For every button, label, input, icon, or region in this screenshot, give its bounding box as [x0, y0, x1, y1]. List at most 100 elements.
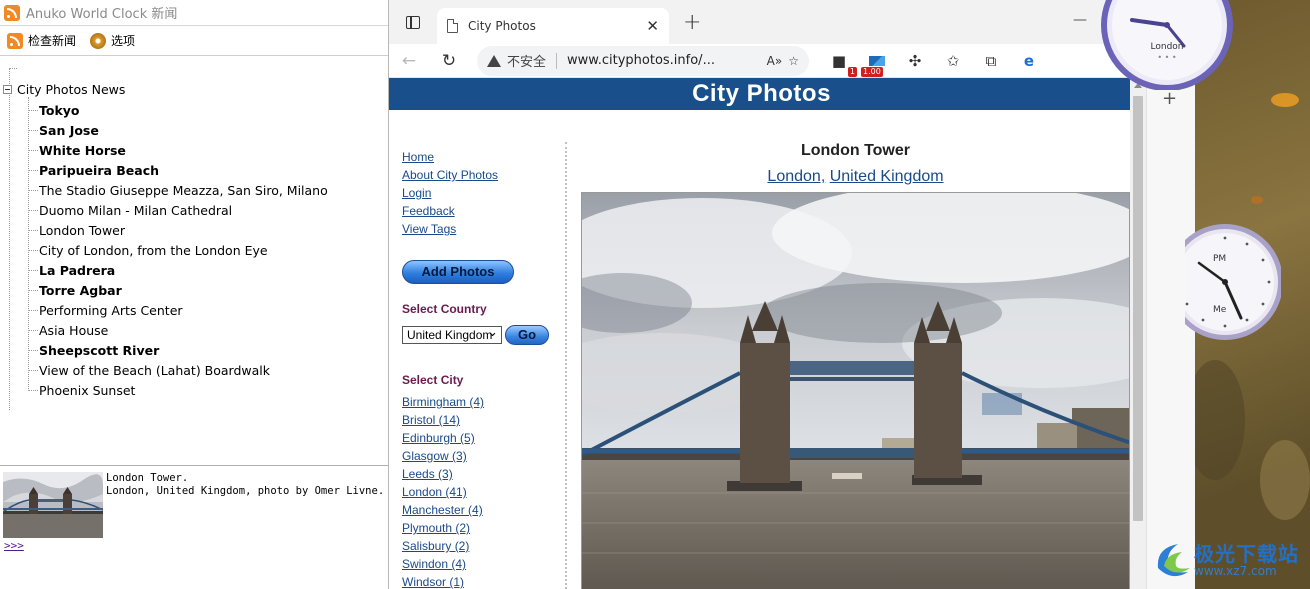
select-country-heading: Select Country: [402, 302, 487, 316]
city-link[interactable]: Glasgow (3): [402, 447, 567, 465]
flag-icon: [869, 55, 885, 66]
tree-root-node[interactable]: City Photos News: [3, 82, 125, 97]
country-select[interactable]: United Kingdom: [402, 326, 502, 344]
options-button[interactable]: 选项: [85, 30, 140, 51]
nav-link[interactable]: Home: [402, 148, 567, 166]
address-bar[interactable]: 不安全 www.cityphotos.info/... A» ☆: [477, 45, 809, 76]
collapse-icon[interactable]: [3, 85, 12, 94]
sidebar-add-icon[interactable]: +: [1162, 88, 1177, 109]
tree-item[interactable]: View of the Beach (Lahat) Boardwalk: [28, 360, 328, 380]
tab-city-photos[interactable]: City Photos ✕: [437, 8, 669, 44]
go-button[interactable]: Go: [505, 325, 549, 345]
tree-item[interactable]: Torre Agbar: [28, 280, 328, 300]
check-news-button[interactable]: 检查新闻: [2, 30, 81, 51]
tree-item-list: Tokyo San Jose White Horse Paripueira Beach…: [28, 100, 328, 400]
tab-bar: City Photos ✕ + —: [389, 0, 1195, 44]
city-link[interactable]: London (41): [402, 483, 567, 501]
extension-app-icon: ■: [831, 51, 847, 70]
add-favorite-icon[interactable]: ☆: [788, 54, 799, 68]
ie-icon: e: [1023, 51, 1035, 70]
puzzle-icon: ✣: [908, 51, 922, 70]
city-link[interactable]: Manchester (4): [402, 501, 567, 519]
city-link[interactable]: Edinburgh (5): [402, 429, 567, 447]
rss-icon: [7, 32, 23, 49]
site-header: City Photos: [389, 78, 1134, 110]
navigation-bar: ← ↻ 不安全 www.cityphotos.info/... A» ☆ ■ 1…: [389, 44, 1195, 78]
watermark-title: 极光下载站: [1194, 542, 1299, 566]
extensions-area: ■ 1 1.00 ✣ ✩ ⧉ e: [827, 49, 1041, 77]
page-icon: [447, 19, 458, 33]
scroll-thumb[interactable]: [1133, 96, 1143, 521]
nav-link[interactable]: About City Photos: [402, 166, 567, 184]
insecure-label[interactable]: 不安全: [507, 51, 546, 70]
tree-item[interactable]: Phoenix Sunset: [28, 380, 328, 400]
arrow-left-icon: ←: [401, 50, 417, 71]
tree-item[interactable]: La Padrera: [28, 260, 328, 280]
minimize-button[interactable]: —: [1073, 12, 1087, 28]
title-bar: Anuko World Clock 新闻: [0, 0, 388, 26]
tree-connector: [9, 68, 10, 410]
browser-window: City Photos ✕ + — ← ↻ 不安全 www.cityphotos…: [389, 0, 1195, 589]
tab-actions-button[interactable]: [389, 0, 437, 44]
main-photo[interactable]: [581, 192, 1130, 589]
second-clock-gadget[interactable]: PM Me: [1167, 213, 1283, 351]
refresh-button[interactable]: ↻: [429, 44, 469, 78]
tree-item[interactable]: San Jose: [28, 120, 328, 140]
photo-title: London Tower: [800, 142, 910, 159]
site-navigation: Home About City Photos Login Feedback View T…: [402, 148, 567, 589]
preview-caption: London, United Kingdom, photo by Omer Li…: [106, 485, 385, 497]
photo-location: London, United Kingdom: [581, 168, 1130, 186]
extensions-button[interactable]: ✣: [903, 49, 927, 73]
url-text[interactable]: www.cityphotos.info/...: [567, 53, 761, 68]
tree-item[interactable]: Performing Arts Center: [28, 300, 328, 320]
city-link[interactable]: Plymouth (2): [402, 519, 567, 537]
preview-pane: London Tower. London, United Kingdom, ph…: [0, 465, 388, 589]
nav-link[interactable]: Login: [402, 184, 567, 202]
new-tab-button[interactable]: +: [683, 10, 701, 35]
tree-item[interactable]: Sheepscott River: [28, 340, 328, 360]
city-link[interactable]: Salisbury (2): [402, 537, 567, 555]
clock-pm-label: PM: [1213, 254, 1226, 264]
vertical-scrollbar[interactable]: [1130, 78, 1146, 589]
favorites-button[interactable]: ✩: [941, 49, 965, 73]
tree-item[interactable]: London Tower: [28, 220, 328, 240]
ie-mode-button[interactable]: e: [1017, 49, 1041, 73]
watermark-swirl-icon: [1157, 544, 1190, 577]
collections-button[interactable]: ⧉: [979, 49, 1003, 73]
nav-link-list: Home About City Photos Login Feedback View T…: [402, 148, 567, 238]
nav-link[interactable]: View Tags: [402, 220, 567, 238]
back-button[interactable]: ←: [389, 44, 429, 78]
tree-item[interactable]: City of London, from the London Eye: [28, 240, 328, 260]
check-news-label: 检查新闻: [28, 34, 77, 48]
country-link[interactable]: United Kingdom: [830, 168, 944, 185]
city-link[interactable]: Swindon (4): [402, 555, 567, 573]
tree-item[interactable]: Asia House: [28, 320, 328, 340]
add-photos-button[interactable]: Add Photos: [402, 260, 514, 284]
city-link[interactable]: Bristol (14): [402, 411, 567, 429]
city-link[interactable]: Leeds (3): [402, 465, 567, 483]
news-reader-window: Anuko World Clock 新闻 检查新闻 选项 City Photos…: [0, 0, 389, 589]
london-clock-gadget[interactable]: London • • •: [1098, 0, 1236, 91]
tree-item[interactable]: Tokyo: [28, 100, 328, 120]
tree-item[interactable]: Duomo Milan - Milan Cathedral: [28, 200, 328, 220]
read-aloud-icon[interactable]: A»: [767, 54, 783, 68]
city-link[interactable]: London,: [767, 168, 825, 185]
extension-button[interactable]: ■ 1: [827, 49, 857, 77]
column-divider: [565, 142, 567, 589]
nav-link[interactable]: Feedback: [402, 202, 567, 220]
city-link[interactable]: Birmingham (4): [402, 393, 567, 411]
tree-item[interactable]: White Horse: [28, 140, 328, 160]
city-link[interactable]: Windsor (1): [402, 573, 567, 589]
extension-button[interactable]: 1.00: [861, 49, 889, 77]
preview-headline: London Tower.: [106, 472, 189, 484]
extension-badge: 1: [847, 66, 857, 77]
tree-item[interactable]: Paripueira Beach: [28, 160, 328, 180]
preview-thumbnail[interactable]: [3, 472, 103, 538]
tree-item[interactable]: The Stadio Giuseppe Meazza, San Siro, Mi…: [28, 180, 328, 200]
address-divider: [556, 52, 558, 69]
watermark-logo: 极光下载站 www.xz7.com: [1152, 538, 1298, 583]
tree-root-label[interactable]: City Photos News: [17, 82, 125, 97]
close-tab-icon[interactable]: ✕: [646, 17, 659, 35]
read-more-link[interactable]: >>>: [4, 539, 24, 552]
warning-icon[interactable]: [487, 54, 501, 67]
